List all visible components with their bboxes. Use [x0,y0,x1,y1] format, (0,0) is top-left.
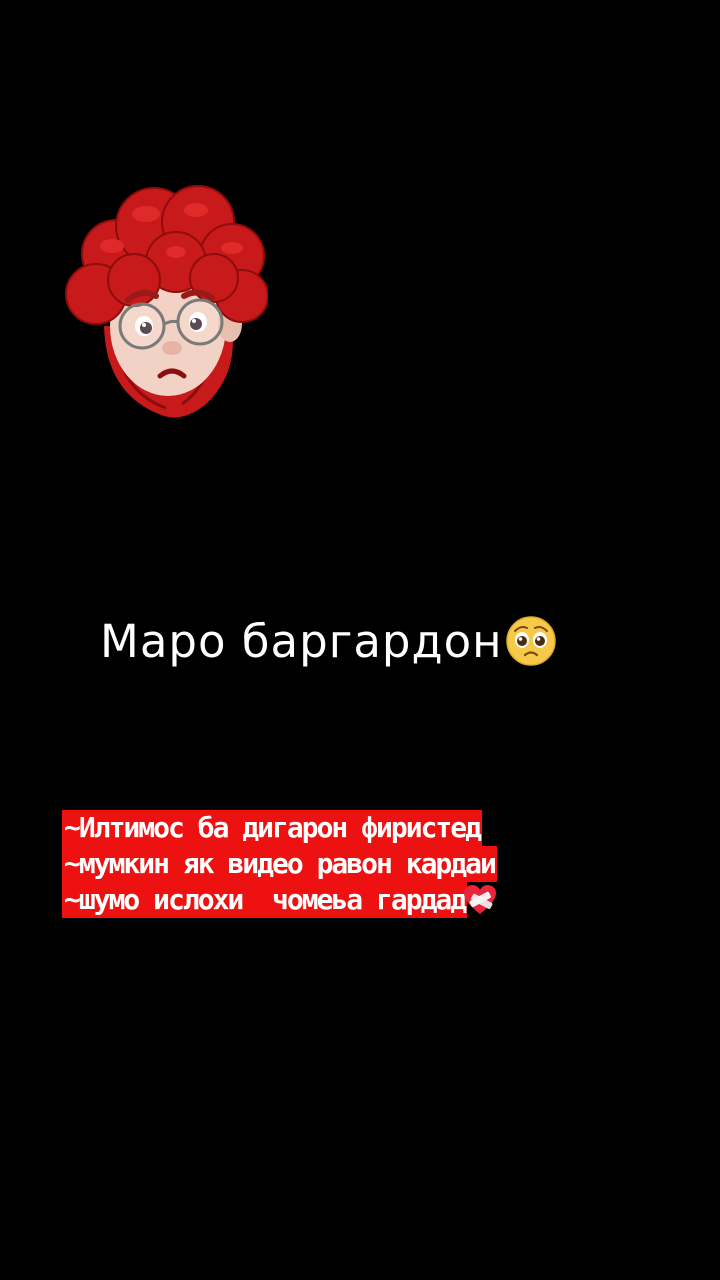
caption-line-text: ~шумо ислохи чомеьа гардад [62,882,467,918]
caption-line: ~Илтимос ба дигарон фиристед [62,810,497,846]
title-text: Маро баргардон [100,614,503,668]
memoji-sad-avatar-icon [65,185,268,418]
caption-line: ~мумкин як видео равон кардаи [62,846,497,882]
caption-line-text: ~Илтимос ба дигарон фиристед [62,810,482,846]
caption-line: ~шумо ислохи чомеьа гардад [62,882,497,918]
pleading-face-icon [505,616,556,666]
caption-block: ~Илтимос ба дигарон фиристед ~мумкин як … [62,810,497,918]
caption-line-text: ~мумкин як видео равон кардаи [62,846,497,882]
mending-heart-icon [464,885,497,914]
title-row: Маро баргардон [100,608,557,674]
story-canvas: Маро баргардон ~Илтимос ба дигарон фирис… [0,0,720,1280]
